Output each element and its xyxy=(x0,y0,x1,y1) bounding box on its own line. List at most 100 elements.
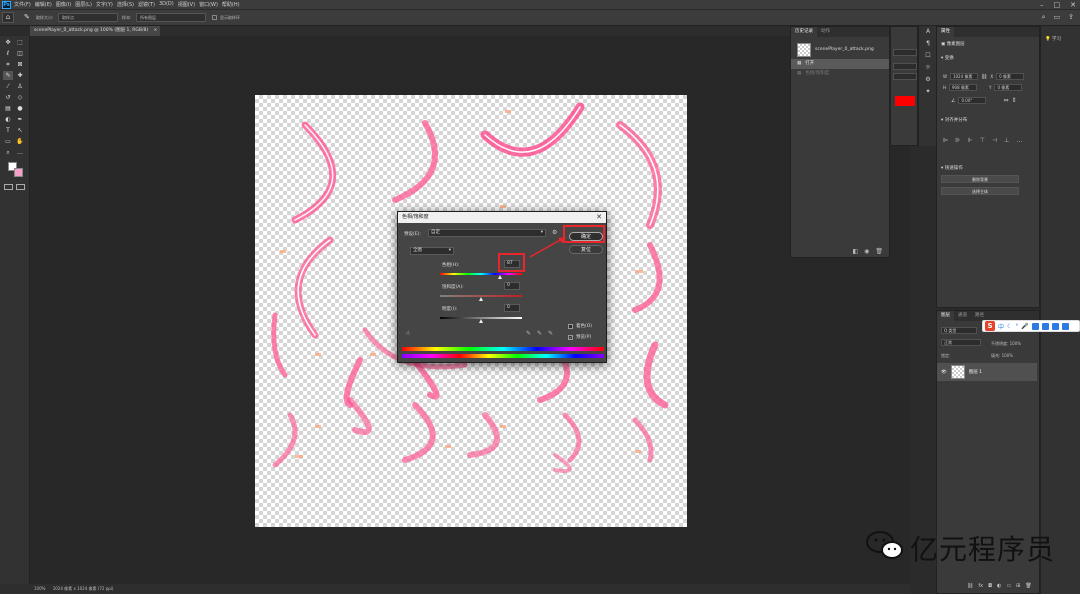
pen-tool-icon[interactable]: ✒ xyxy=(15,115,25,124)
ime-mode-icon[interactable]: 中 xyxy=(998,322,1004,331)
colorize-option[interactable]: 着色(O) xyxy=(568,323,592,329)
maximize-icon[interactable]: □ xyxy=(1054,1,1061,9)
history-snapshot[interactable]: scenePlayer_0_attack.png xyxy=(791,41,889,59)
object-select-tool-icon[interactable]: ◫ xyxy=(15,49,25,58)
align-bottom-icon[interactable]: ⊥ xyxy=(1004,137,1009,144)
y-field[interactable]: 0 像素 xyxy=(994,84,1023,91)
align-left-icon[interactable]: ⊫ xyxy=(943,137,948,144)
menu-item[interactable]: 文字(Y) xyxy=(96,1,113,8)
new-document-from-state-icon[interactable]: ◧ xyxy=(852,248,858,255)
targeted-adjustment-hand-icon[interactable]: ☝ xyxy=(406,330,410,337)
align-right-icon[interactable]: ⊩ xyxy=(967,137,972,144)
search-icon[interactable]: ⌕ xyxy=(1042,13,1046,22)
link-icon[interactable]: ⛓ xyxy=(981,74,987,80)
layer-kind-filter[interactable]: Q 类型 xyxy=(941,327,977,334)
eyedropper-tool-icon[interactable]: ✎ xyxy=(24,13,30,21)
ime-keyboard-icon[interactable] xyxy=(1031,322,1039,330)
history-step-hue[interactable]: ▦ 色相/饱和度 xyxy=(791,69,889,79)
menu-item[interactable]: 图像(I) xyxy=(56,1,71,8)
tab-close-icon[interactable]: × xyxy=(154,28,158,33)
dodge-tool-icon[interactable]: ◐ xyxy=(3,115,13,124)
tab-properties[interactable]: 属性 xyxy=(937,27,954,37)
lightness-slider-thumb[interactable] xyxy=(478,319,483,323)
adjustment-layer-icon[interactable]: ◐ xyxy=(997,583,1001,589)
sample-select[interactable]: 所有图层 xyxy=(136,13,206,22)
hue-slider-thumb[interactable] xyxy=(498,275,503,279)
reset-button[interactable]: 复位 xyxy=(569,245,603,254)
add-mask-icon[interactable]: ◘ xyxy=(988,583,992,589)
lasso-tool-icon[interactable]: ℓ xyxy=(3,49,13,58)
minimize-icon[interactable]: – xyxy=(1040,1,1044,9)
ime-skin-icon[interactable] xyxy=(1041,322,1049,330)
new-layer-icon[interactable]: ⊞ xyxy=(1016,583,1020,589)
colorize-checkbox[interactable] xyxy=(568,323,573,329)
menu-item[interactable]: 滤镜(T) xyxy=(138,1,155,8)
mini-field[interactable] xyxy=(893,73,917,80)
menu-item[interactable]: 视图(V) xyxy=(178,1,195,8)
adjustments-panel-icon[interactable]: ☼ xyxy=(921,62,935,74)
visibility-eye-icon[interactable]: 👁 xyxy=(941,370,947,375)
share-icon[interactable]: ⇪ xyxy=(1068,13,1074,22)
ime-punct-icon[interactable]: ° xyxy=(1015,323,1018,330)
character-panel-icon[interactable]: A xyxy=(921,26,935,38)
screen-mode-icon[interactable] xyxy=(16,184,25,190)
flip-horizontal-icon[interactable]: ⇔ xyxy=(1003,97,1008,104)
quick-mask-icon[interactable] xyxy=(4,184,13,190)
hue-slider-track[interactable] xyxy=(440,273,522,275)
new-group-icon[interactable]: ▭ xyxy=(1006,583,1011,589)
hand-tool-icon[interactable]: ✋ xyxy=(15,137,25,146)
saturation-value-field[interactable]: 0 xyxy=(504,282,520,290)
angle-field[interactable]: 0.00° xyxy=(958,97,987,104)
libraries-panel-icon[interactable]: ⚙ xyxy=(921,74,935,86)
menu-item[interactable]: 3D(D) xyxy=(159,1,174,8)
fx-icon[interactable]: fx xyxy=(978,583,983,589)
align-top-icon[interactable]: ⊤ xyxy=(980,137,985,144)
layer-row[interactable]: 👁 图层 1 xyxy=(937,363,1037,381)
menu-item[interactable]: 选择(S) xyxy=(117,1,134,8)
height-field[interactable]: 908 像素 xyxy=(949,84,978,91)
show-ring-checkbox[interactable] xyxy=(212,15,217,20)
opacity-control[interactable]: 不透明度: 100% xyxy=(991,341,1021,347)
flip-vertical-icon[interactable]: ⇕ xyxy=(1012,97,1017,104)
align-middle-icon[interactable]: ⊣ xyxy=(992,137,997,144)
brush-tool-icon[interactable]: ⁄ xyxy=(3,82,13,91)
ime-moon-icon[interactable]: ☾ xyxy=(1007,323,1012,330)
channel-select[interactable]: 全图 ▾ xyxy=(410,247,454,255)
red-color-swatch[interactable] xyxy=(895,96,915,106)
mini-field[interactable] xyxy=(893,63,917,70)
path-select-icon[interactable]: ↖ xyxy=(15,126,25,135)
mini-field[interactable] xyxy=(893,49,917,56)
x-field[interactable]: 0 像素 xyxy=(996,73,1025,80)
sample-size-select[interactable]: 取样点 xyxy=(58,13,118,22)
history-step-open[interactable]: ▦ 打开 xyxy=(791,59,889,69)
align-center-icon[interactable]: ⊪ xyxy=(955,137,960,144)
eyedropper-icon[interactable]: ✎ xyxy=(526,330,531,337)
menu-item[interactable]: 图层(L) xyxy=(75,1,92,8)
paragraph-panel-icon[interactable]: ¶ xyxy=(921,38,935,50)
zoom-tool-icon[interactable]: ⌕ xyxy=(3,148,13,157)
frame-tool-icon[interactable]: ⊠ xyxy=(15,60,25,69)
workspace-icon[interactable]: ▭ xyxy=(1054,13,1061,22)
width-field[interactable]: 1024 像素 xyxy=(949,73,978,80)
tab-history[interactable]: 历史记录 xyxy=(791,27,817,37)
dialog-close-icon[interactable]: ✕ xyxy=(596,212,602,223)
eraser-tool-icon[interactable]: ◇ xyxy=(15,93,25,102)
menu-item[interactable]: 编辑(E) xyxy=(35,1,52,8)
lightness-value-field[interactable]: 0 xyxy=(504,304,520,312)
trash-icon[interactable]: 🗑 xyxy=(875,248,883,255)
eyedropper-plus-icon[interactable]: ✎ xyxy=(537,330,542,337)
blend-mode-select[interactable]: 正常 xyxy=(941,339,981,346)
marquee-tool-icon[interactable]: ⬚ xyxy=(15,38,25,47)
link-layers-icon[interactable]: ⛓ xyxy=(967,583,973,589)
home-icon[interactable]: ⌂ xyxy=(2,12,14,23)
ime-mic-icon[interactable]: 🎤 xyxy=(1021,323,1028,330)
close-icon[interactable]: ✕ xyxy=(1070,1,1076,9)
saturation-slider-thumb[interactable] xyxy=(478,297,483,301)
preview-checkbox[interactable]: ✓ xyxy=(568,334,573,340)
menu-item[interactable]: 文件(F) xyxy=(14,1,31,8)
menu-item[interactable]: 帮助(H) xyxy=(222,1,240,8)
document-tab[interactable]: scenePlayer_0_attack.png @ 100% (图层 1, R… xyxy=(30,26,160,36)
preview-option[interactable]: ✓ 预览(P) xyxy=(568,334,591,340)
select-subject-button[interactable]: 选择主体 xyxy=(941,187,1019,195)
blur-tool-icon[interactable]: ● xyxy=(15,104,25,113)
